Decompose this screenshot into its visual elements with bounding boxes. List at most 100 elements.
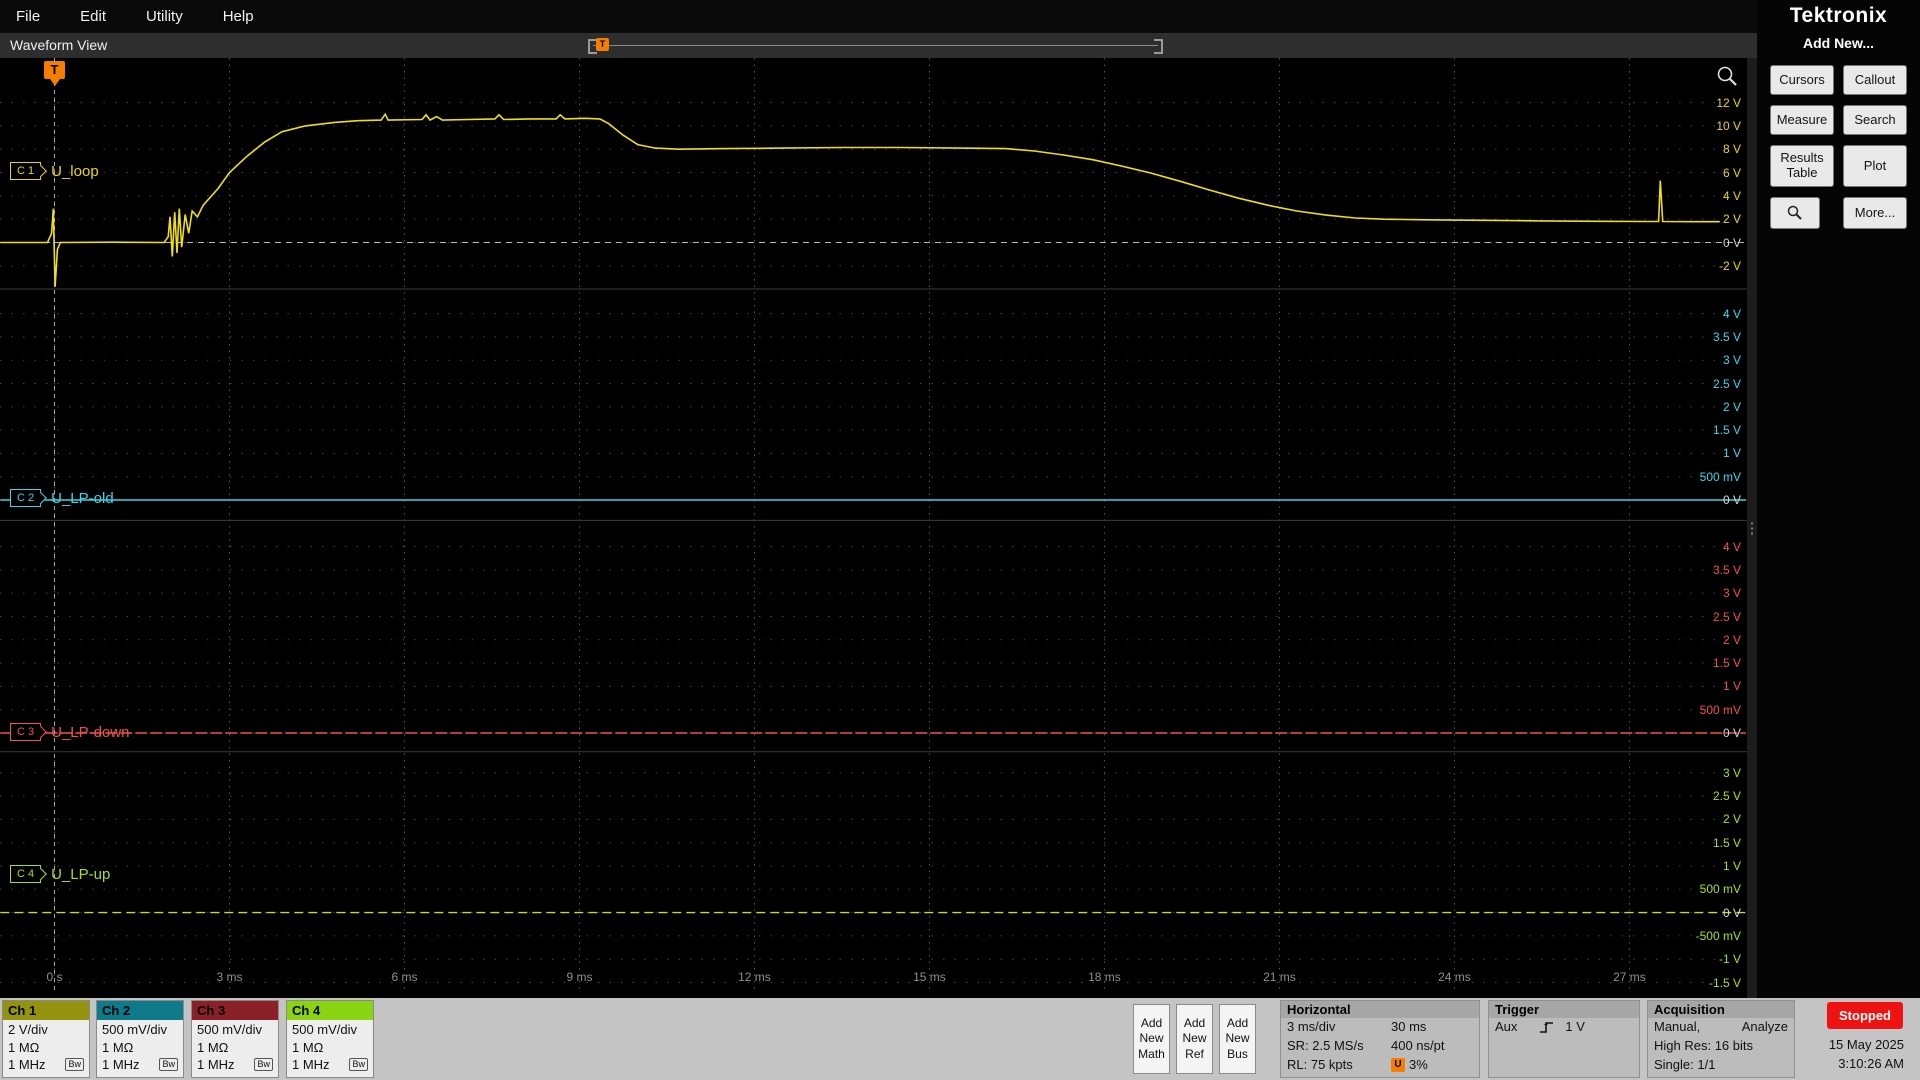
- vertical-scale-ch2: 500 mV/div: [102, 1022, 168, 1037]
- acquisition-panel[interactable]: Acquisition Manual, Analyze High Res: 16 …: [1647, 1000, 1795, 1078]
- channel-tag-ch3: C 3: [10, 723, 42, 741]
- measure-button[interactable]: Measure: [1770, 105, 1834, 135]
- horizontal-panel[interactable]: Horizontal 3 ms/div 30 ms SR: 2.5 MS/s 400…: [1280, 1000, 1480, 1078]
- minimap-right-bracket: [1154, 39, 1163, 54]
- bandwidth-ch4: 1 MHz: [292, 1057, 330, 1073]
- bandwidth-ch1: 1 MHz: [8, 1057, 46, 1073]
- waveform-canvas: [0, 58, 1747, 992]
- channel-header-ch4: Ch 4: [287, 1001, 373, 1020]
- acquisition-panel-title: Acquisition: [1648, 1001, 1794, 1018]
- acquisition-single: Single: 1/1: [1654, 1056, 1716, 1072]
- label-line: New: [1139, 1031, 1164, 1046]
- impedance-ch2: 1 MΩ: [102, 1039, 134, 1055]
- channel-header-ch1: Ch 1: [3, 1001, 89, 1020]
- channel-settings-ch4[interactable]: Ch 4 500 mV/div 1 MΩ 1 MHz Bw: [286, 1000, 374, 1078]
- channel-settings-ch2[interactable]: Ch 2 500 mV/div 1 MΩ 1 MHz Bw: [96, 1000, 184, 1078]
- channel-tag-ch2: C 2: [10, 489, 42, 507]
- channel-settings-ch1[interactable]: Ch 1 2 V/div 1 MΩ 1 MHz Bw: [2, 1000, 90, 1078]
- zoom-icon[interactable]: [1715, 64, 1741, 90]
- channel-badge-ch1[interactable]: C 1 U_loop: [10, 162, 99, 180]
- acquisition-detail: High Res: 16 bits: [1654, 1037, 1753, 1053]
- add-new-label: Add New...: [1802, 35, 1875, 51]
- channel-header-ch3: Ch 3: [192, 1001, 278, 1020]
- minimap-line: [593, 45, 1158, 46]
- sample-rate: SR: 2.5 MS/s: [1287, 1037, 1364, 1053]
- label-line: New: [1225, 1031, 1250, 1046]
- waveform-display[interactable]: 12 V 10 V8 V6 V4 V2 V0 V -2 V4 V 3.5 V3 V 2.…: [0, 58, 1747, 998]
- impedance-ch3: 1 MΩ: [197, 1039, 229, 1055]
- sample-resolution: 400 ns/pt: [1391, 1037, 1445, 1053]
- bandwidth-badge-icon: Bw: [65, 1058, 84, 1072]
- bandwidth-ch3: 1 MHz: [197, 1057, 235, 1073]
- add-new-math-button[interactable]: Add New Math: [1133, 1004, 1170, 1074]
- vertical-scale-ch4: 500 mV/div: [292, 1022, 358, 1037]
- add-new-ref-button[interactable]: Add New Ref: [1176, 1004, 1213, 1074]
- horizontal-scale: 3 ms/div: [1287, 1019, 1336, 1034]
- results-table-button[interactable]: Results Table: [1770, 145, 1834, 187]
- trace-ch1: [0, 112, 1720, 287]
- acquisition-analyze: Analyze: [1741, 1019, 1788, 1034]
- trigger-flag-tail: [49, 79, 60, 86]
- menu-file[interactable]: File: [0, 8, 60, 25]
- label-line: Ref: [1185, 1046, 1204, 1061]
- horizontal-window: 30 ms: [1391, 1019, 1427, 1034]
- label-line: Add: [1183, 1015, 1206, 1030]
- label-line: Bus: [1227, 1046, 1248, 1061]
- trigger-source: Aux: [1495, 1019, 1518, 1034]
- add-new-bus-button[interactable]: Add New Bus: [1219, 1004, 1256, 1074]
- waveform-view-title: Waveform View: [10, 37, 108, 53]
- channel-tag-label: C 3: [17, 726, 35, 738]
- acquisition-mode: Manual,: [1654, 1019, 1701, 1034]
- date: 15 May 2025: [1828, 1037, 1904, 1052]
- bandwidth-badge-icon: Bw: [159, 1058, 178, 1072]
- horizontal-panel-title: Horizontal: [1281, 1001, 1479, 1018]
- rising-edge-icon: [1540, 1022, 1554, 1034]
- channel-name-ch1: U_loop: [51, 162, 99, 180]
- menu-edit[interactable]: Edit: [60, 8, 126, 25]
- channel-tag-label: C 4: [17, 868, 35, 880]
- more-button[interactable]: More...: [1843, 197, 1907, 229]
- plot-button[interactable]: Plot: [1843, 145, 1907, 187]
- label-line: Add: [1140, 1015, 1163, 1030]
- trigger-indicator-icon[interactable]: T: [44, 61, 65, 86]
- datetime: 15 May 2025 3:10:26 AM: [1829, 1036, 1904, 1074]
- record-length: RL: 75 kpts: [1287, 1056, 1353, 1072]
- channel-badge-ch2[interactable]: C 2 U_LP-old: [10, 489, 114, 507]
- magnifier-icon: [1787, 205, 1802, 220]
- channel-name-ch4: U_LP-up: [51, 865, 111, 883]
- waveform-view-titlebar: Waveform View T: [0, 33, 1757, 58]
- search-button[interactable]: Search: [1843, 105, 1907, 135]
- menu-utility[interactable]: Utility: [126, 8, 203, 25]
- trigger-position-percent: 3%: [1409, 1056, 1428, 1072]
- status-bar: Ch 1 2 V/div 1 MΩ 1 MHz Bw Ch 2 500 mV/di…: [0, 998, 1920, 1080]
- bandwidth-ch2: 1 MHz: [102, 1057, 140, 1073]
- record-view-minimap[interactable]: T: [588, 37, 1163, 54]
- right-sidebar: Tektronix Add New... Cursors Callout Mea…: [1757, 0, 1920, 998]
- cursors-button[interactable]: Cursors: [1770, 65, 1834, 95]
- impedance-ch4: 1 MΩ: [292, 1039, 324, 1055]
- channel-tag-label: C 2: [17, 492, 35, 504]
- label-line: New: [1182, 1031, 1207, 1046]
- channel-settings-ch3[interactable]: Ch 3 500 mV/div 1 MΩ 1 MHz Bw: [191, 1000, 279, 1078]
- panel-splitter[interactable]: ⋮: [1745, 58, 1760, 998]
- channel-name-ch2: U_LP-old: [51, 489, 114, 507]
- trigger-panel[interactable]: Trigger Aux 1 V: [1488, 1000, 1640, 1078]
- trigger-level: 1 V: [1565, 1019, 1585, 1034]
- label-line: Add: [1226, 1015, 1249, 1030]
- impedance-ch1: 1 MΩ: [8, 1039, 40, 1055]
- channel-header-ch2: Ch 2: [97, 1001, 183, 1020]
- tektronix-logo: Tektronix: [1789, 4, 1888, 27]
- callout-button[interactable]: Callout: [1843, 65, 1907, 95]
- vertical-scale-ch3: 500 mV/div: [197, 1022, 263, 1037]
- label-line: Math: [1138, 1046, 1165, 1061]
- channel-tag-ch1: C 1: [10, 162, 42, 180]
- trigger-position-marker-icon[interactable]: T: [596, 38, 609, 51]
- run-stop-status-button[interactable]: Stopped: [1827, 1002, 1903, 1029]
- menu-bar: File Edit Utility Help: [0, 0, 1757, 33]
- channel-badge-ch3[interactable]: C 3 U_LP-down: [10, 723, 130, 741]
- channel-tag-ch4: C 4: [10, 865, 42, 883]
- vertical-scale-ch1: 2 V/div: [8, 1022, 48, 1037]
- zoom-mode-button[interactable]: [1770, 197, 1820, 229]
- channel-badge-ch4[interactable]: C 4 U_LP-up: [10, 865, 110, 883]
- menu-help[interactable]: Help: [203, 8, 274, 25]
